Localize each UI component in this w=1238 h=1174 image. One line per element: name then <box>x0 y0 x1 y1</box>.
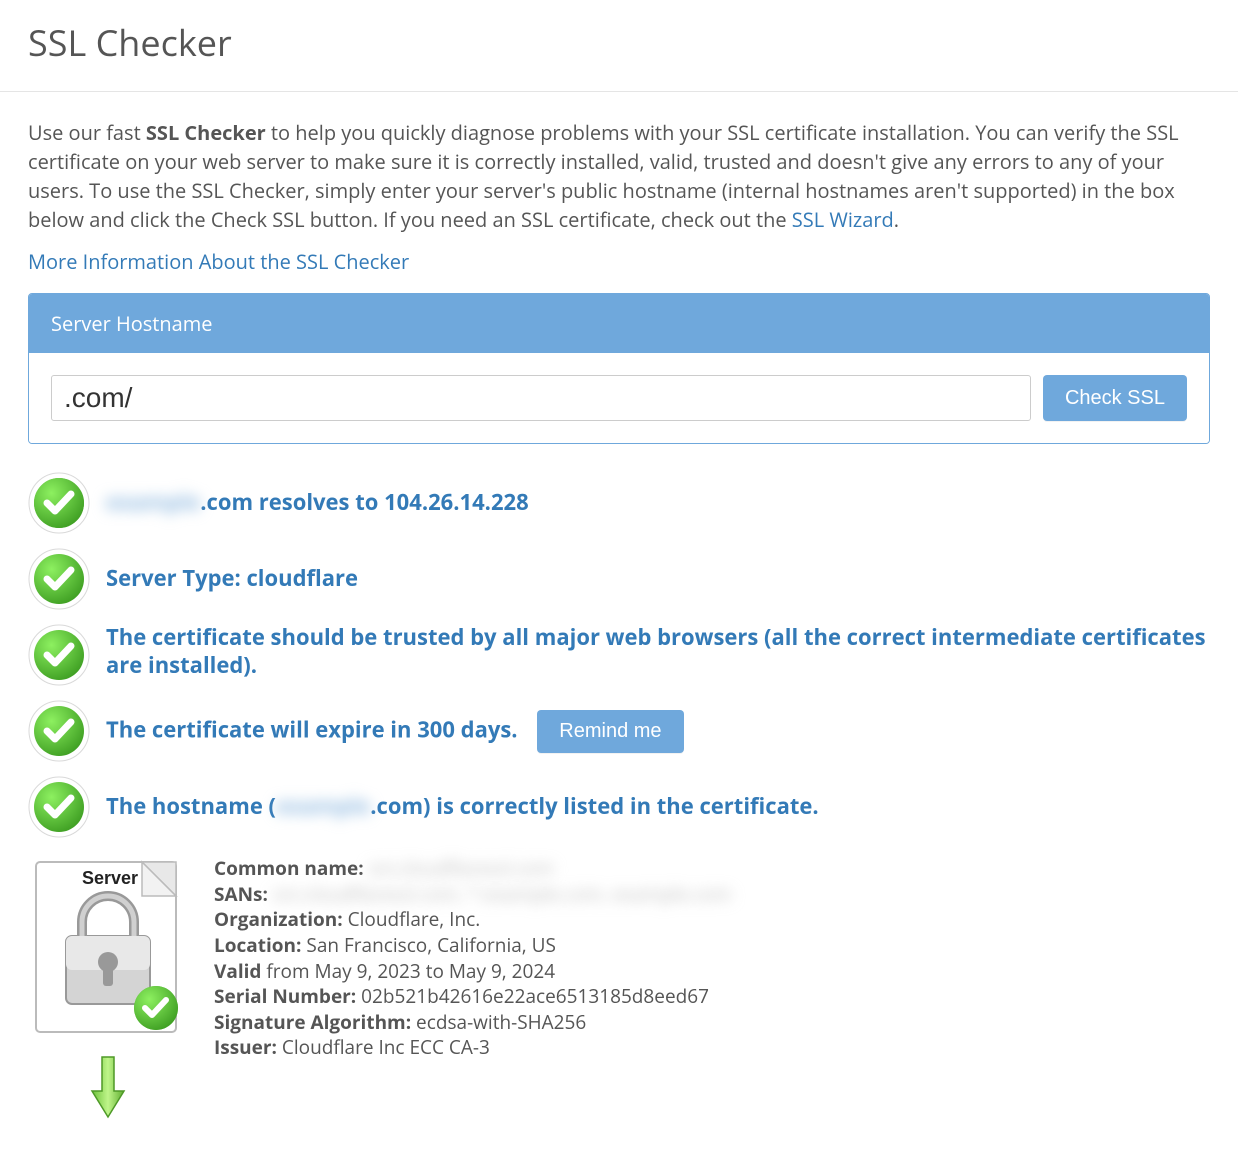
arrow-down-icon <box>88 1055 128 1124</box>
check-resolve-text: example.com resolves to 104.26.14.228 <box>106 489 529 517</box>
results-section: example.com resolves to 104.26.14.228 Se… <box>28 472 1210 1124</box>
cert-org-label: Organization: <box>214 906 343 932</box>
check-row-resolve: example.com resolves to 104.26.14.228 <box>28 472 1210 534</box>
check-success-icon <box>28 776 90 838</box>
check-hostname-pre: The hostname ( <box>106 791 276 821</box>
check-success-icon <box>28 472 90 534</box>
cert-sans-value: sni.cloudflaressl.com, *.example.com, ex… <box>273 881 731 907</box>
check-trusted-text: The certificate should be trusted by all… <box>106 624 1210 679</box>
cert-serial-label: Serial Number: <box>214 983 356 1009</box>
panel-heading: Server Hostname <box>29 294 1209 353</box>
more-info-link[interactable]: More Information About the SSL Checker <box>28 248 409 275</box>
cert-serial-value: 02b521b42616e22ace6513185d8eed67 <box>356 983 709 1009</box>
cert-sans-label: SANs: <box>214 881 268 907</box>
intro-strong: SSL Checker <box>146 119 266 146</box>
cert-valid-label: Valid <box>214 958 261 984</box>
ssl-wizard-link[interactable]: SSL Wizard <box>792 206 894 233</box>
check-hostname-hidden: example <box>276 791 370 821</box>
cert-org-value: Cloudflare, Inc. <box>343 906 481 932</box>
check-success-icon <box>28 548 90 610</box>
certificate-details-block: Server <box>28 856 1210 1124</box>
check-resolve-hidden: example <box>106 487 200 517</box>
cert-cn-label: Common name: <box>214 855 364 881</box>
hostname-input[interactable] <box>51 375 1031 421</box>
cert-cn-value: sni.cloudflaressl.com <box>369 855 554 881</box>
intro-paragraph: Use our fast SSL Checker to help you qui… <box>28 118 1210 234</box>
check-server-type-text: Server Type: cloudflare <box>106 565 358 593</box>
check-row-expiry: The certificate will expire in 300 days.… <box>28 700 1210 762</box>
cert-loc-value: San Francisco, California, US <box>301 932 555 958</box>
cert-loc-label: Location: <box>214 932 301 958</box>
hostname-panel: Server Hostname Check SSL <box>28 293 1210 444</box>
check-row-server-type: Server Type: cloudflare <box>28 548 1210 610</box>
check-expiry-text: The certificate will expire in 300 days.… <box>106 710 684 753</box>
check-success-icon <box>28 624 90 686</box>
check-row-hostname: The hostname (example.com) is correctly … <box>28 776 1210 838</box>
intro-prefix: Use our fast <box>28 119 146 146</box>
cert-sigalg-label: Signature Algorithm: <box>214 1009 411 1035</box>
check-ssl-button[interactable]: Check SSL <box>1043 375 1187 421</box>
intro-period: . <box>894 206 899 233</box>
check-row-trusted: The certificate should be trusted by all… <box>28 624 1210 686</box>
remind-me-button[interactable]: Remind me <box>537 710 683 753</box>
server-cert-icon: Server <box>30 856 186 1041</box>
cert-issuer-value: Cloudflare Inc ECC CA-3 <box>277 1034 490 1060</box>
check-success-icon <box>28 700 90 762</box>
check-expiry-msg: The certificate will expire in 300 days. <box>106 714 518 744</box>
cert-sigalg-value: ecdsa-with-SHA256 <box>411 1009 586 1035</box>
page-title: SSL Checker <box>28 18 1210 67</box>
check-hostname-text: The hostname (example.com) is correctly … <box>106 793 819 821</box>
check-hostname-post: .com) is correctly listed in the certifi… <box>370 791 818 821</box>
check-resolve-suffix: .com resolves to 104.26.14.228 <box>200 487 528 517</box>
cert-valid-value: from May 9, 2023 to May 9, 2024 <box>261 958 555 984</box>
cert-issuer-label: Issuer: <box>214 1034 277 1060</box>
svg-text:Server: Server <box>82 868 138 888</box>
certificate-details: Common name: sni.cloudflaressl.com SANs:… <box>214 856 731 1061</box>
